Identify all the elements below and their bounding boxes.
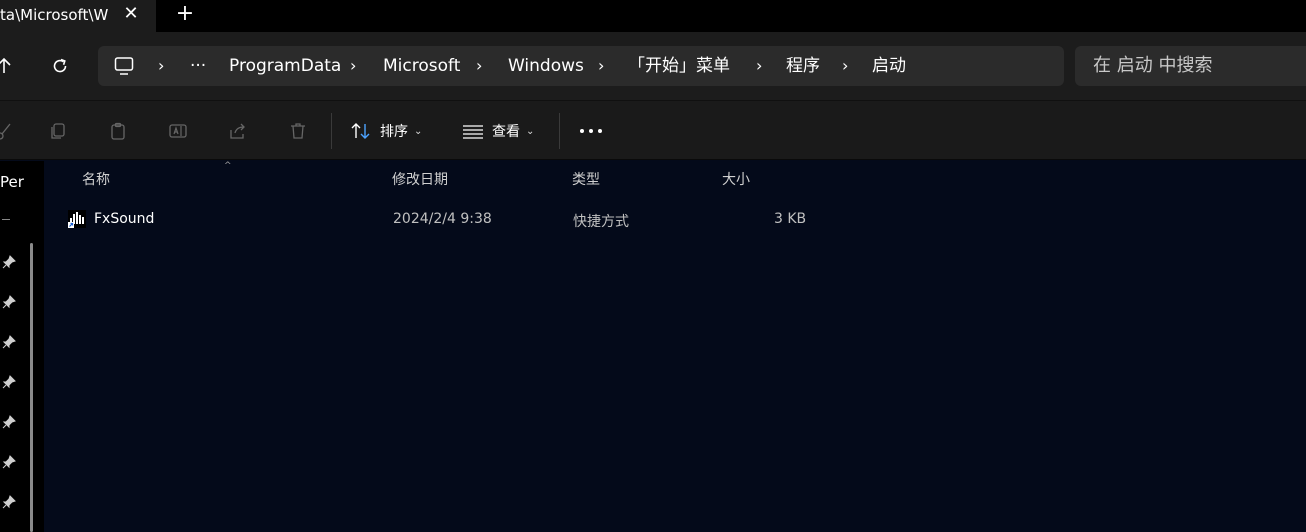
list-view-icon xyxy=(463,125,483,139)
breadcrumb-separator-icon[interactable]: › xyxy=(350,46,356,86)
nav-scrollbar[interactable] xyxy=(30,243,33,532)
column-header-size[interactable]: 大小 xyxy=(722,169,750,189)
refresh-button[interactable] xyxy=(48,54,72,78)
copy-icon xyxy=(51,123,65,139)
pin-icon xyxy=(2,295,16,309)
search-input[interactable]: 在 启动 中搜索 xyxy=(1093,46,1212,86)
column-header-name[interactable]: 名称 xyxy=(82,169,110,189)
clipboard-icon xyxy=(111,122,125,140)
breadcrumb-separator-icon[interactable]: › xyxy=(842,46,848,86)
breadcrumb-programs[interactable]: 程序 xyxy=(786,46,820,86)
title-bar: ta\Microsoft\Wi ✕ + xyxy=(0,0,1306,32)
nav-divider xyxy=(2,219,10,220)
breadcrumb-start-menu[interactable]: 「开始」菜单 xyxy=(628,46,730,86)
rename-icon xyxy=(169,124,187,138)
delete-button[interactable] xyxy=(286,119,310,143)
fxsound-shortcut-icon xyxy=(68,210,86,228)
breadcrumb-windows[interactable]: Windows xyxy=(508,46,584,86)
command-bar: 排序 ⌄ 查看 ⌄ xyxy=(0,100,1306,160)
tab-close-button[interactable]: ✕ xyxy=(122,3,140,25)
toolbar-divider xyxy=(331,113,332,149)
paste-button[interactable] xyxy=(106,119,130,143)
arrow-up-icon xyxy=(0,57,11,73)
more-horizontal-icon xyxy=(580,129,602,133)
navigation-pane: Per xyxy=(0,161,44,532)
column-header-date[interactable]: 修改日期 xyxy=(392,169,448,189)
pin-icon xyxy=(2,415,16,429)
this-pc-button[interactable] xyxy=(112,54,136,78)
view-label: 查看 xyxy=(492,124,520,140)
sort-indicator-icon: ^ xyxy=(224,161,232,171)
sort-icon xyxy=(351,123,370,139)
up-button[interactable] xyxy=(0,54,16,78)
toolbar-divider xyxy=(559,113,560,149)
nav-item-partial[interactable]: Per xyxy=(0,173,24,191)
sort-button[interactable]: 排序 ⌄ xyxy=(350,115,422,147)
table-row[interactable]: FxSound 2024/2/4 9:38 快捷方式 3 KB xyxy=(62,201,822,237)
breadcrumb-separator-icon[interactable]: › xyxy=(158,46,164,86)
address-row: › ··· ProgramData › Microsoft › Windows … xyxy=(0,32,1306,100)
pin-icon xyxy=(2,495,16,509)
breadcrumb-microsoft[interactable]: Microsoft xyxy=(383,46,460,86)
chevron-down-icon: ⌄ xyxy=(526,125,535,137)
file-name: FxSound xyxy=(94,211,155,227)
tab-active[interactable]: ta\Microsoft\Wi ✕ xyxy=(0,0,156,32)
file-list: ^ 名称 修改日期 类型 大小 FxSound 2024/2/4 9:38 快捷… xyxy=(44,161,1306,532)
file-date: 2024/2/4 9:38 xyxy=(393,211,492,227)
breadcrumb-separator-icon[interactable]: › xyxy=(756,46,762,86)
view-button[interactable]: 查看 ⌄ xyxy=(462,115,534,147)
address-bar[interactable]: › ··· ProgramData › Microsoft › Windows … xyxy=(98,46,1064,86)
file-type: 快捷方式 xyxy=(573,214,629,230)
copy-button[interactable] xyxy=(46,119,70,143)
rename-button[interactable] xyxy=(166,119,190,143)
column-header-type[interactable]: 类型 xyxy=(572,169,600,189)
share-button[interactable] xyxy=(226,119,250,143)
new-tab-button[interactable]: + xyxy=(174,2,196,26)
breadcrumb-separator-icon[interactable]: › xyxy=(476,46,482,86)
trash-icon xyxy=(291,123,305,139)
search-box[interactable]: 在 启动 中搜索 xyxy=(1075,46,1306,86)
file-size: 3 KB xyxy=(774,211,807,227)
pin-icon xyxy=(2,455,16,469)
breadcrumb-overflow[interactable]: ··· xyxy=(190,46,206,86)
share-icon xyxy=(230,123,245,139)
sort-label: 排序 xyxy=(380,124,408,140)
chevron-down-icon: ⌄ xyxy=(414,125,423,137)
more-options-button[interactable] xyxy=(578,117,604,145)
breadcrumb-programdata[interactable]: ProgramData xyxy=(229,46,341,86)
breadcrumb-separator-icon[interactable]: › xyxy=(598,46,604,86)
tab-title: ta\Microsoft\Wi xyxy=(0,6,108,24)
monitor-icon xyxy=(114,57,134,75)
breadcrumb-startup[interactable]: 启动 xyxy=(872,46,906,86)
pin-icon xyxy=(2,255,16,269)
refresh-icon xyxy=(53,58,67,73)
cut-button[interactable] xyxy=(0,119,16,143)
pin-icon xyxy=(2,335,16,349)
scissors-icon xyxy=(0,123,11,140)
pin-icon xyxy=(2,375,16,389)
